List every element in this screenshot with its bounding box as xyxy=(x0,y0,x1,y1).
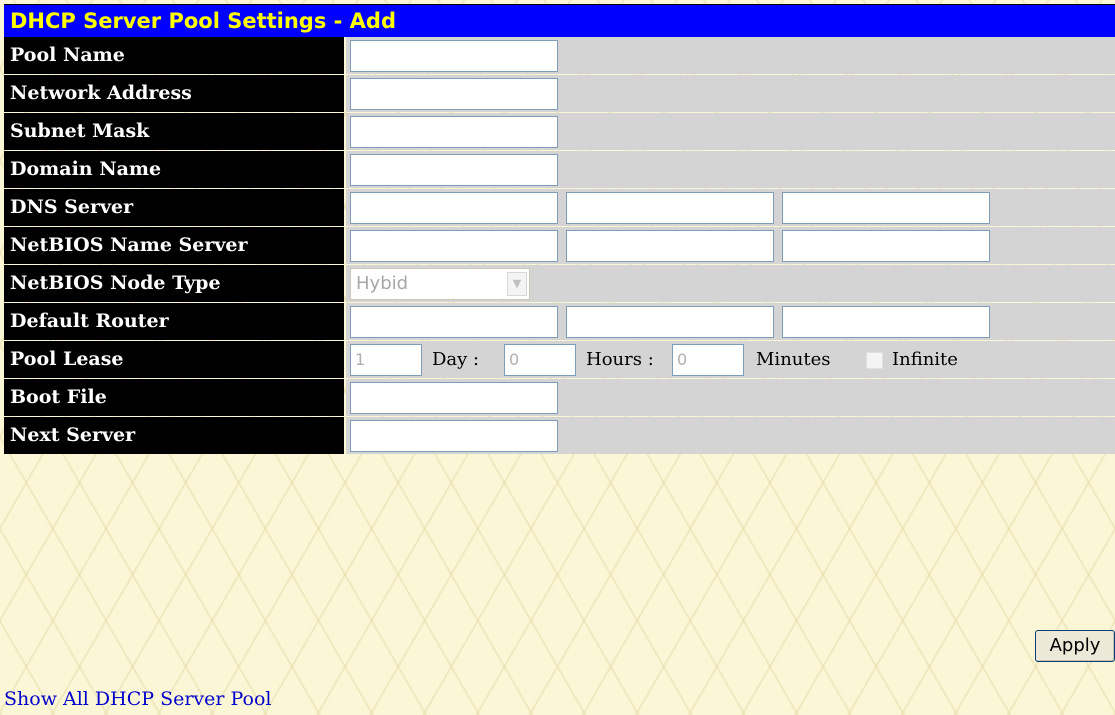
apply-button[interactable]: Apply xyxy=(1035,630,1115,662)
dns-server-input-2[interactable] xyxy=(566,192,774,224)
boot-file-label: Boot File xyxy=(4,379,344,416)
dns-server-input-1[interactable] xyxy=(350,192,558,224)
subnet-mask-label: Subnet Mask xyxy=(4,113,344,150)
domain-name-label: Domain Name xyxy=(4,151,344,188)
domain-name-input[interactable] xyxy=(350,154,558,186)
dns-server-label: DNS Server xyxy=(4,189,344,226)
next-server-label: Next Server xyxy=(4,417,344,454)
day-label: Day : xyxy=(432,349,480,370)
show-all-pools-link[interactable]: Show All DHCP Server Pool xyxy=(4,688,271,710)
netbios-node-type-label: NetBIOS Node Type xyxy=(4,265,344,302)
node-type-value: Hybid xyxy=(356,273,409,294)
row-default-router: Default Router xyxy=(4,303,1115,340)
netbios-name-server-input-1[interactable] xyxy=(350,230,558,262)
page-title: DHCP Server Pool Settings - Add xyxy=(4,4,1115,37)
default-router-input-1[interactable] xyxy=(350,306,558,338)
lease-day-input[interactable]: 1 xyxy=(350,344,422,376)
netbios-name-server-input-2[interactable] xyxy=(566,230,774,262)
netbios-name-server-label: NetBIOS Name Server xyxy=(4,227,344,264)
minutes-label: Minutes xyxy=(756,349,831,370)
hours-label: Hours : xyxy=(586,349,654,370)
default-router-label: Default Router xyxy=(4,303,344,340)
next-server-input[interactable] xyxy=(350,420,558,452)
row-boot-file: Boot File xyxy=(4,379,1115,416)
default-router-input-3[interactable] xyxy=(782,306,990,338)
dns-server-input-3[interactable] xyxy=(782,192,990,224)
netbios-node-type-select[interactable]: Hybid ▼ xyxy=(350,268,530,300)
row-domain-name: Domain Name xyxy=(4,151,1115,188)
row-pool-lease: Pool Lease 1 Day : 0 Hours : 0 Minutes I… xyxy=(4,341,1115,378)
boot-file-input[interactable] xyxy=(350,382,558,414)
network-address-input[interactable] xyxy=(350,78,558,110)
infinite-label: Infinite xyxy=(892,349,958,370)
row-network-address: Network Address xyxy=(4,75,1115,112)
pool-lease-label: Pool Lease xyxy=(4,341,344,378)
lease-hours-input[interactable]: 0 xyxy=(504,344,576,376)
row-subnet-mask: Subnet Mask xyxy=(4,113,1115,150)
row-dns-server: DNS Server xyxy=(4,189,1115,226)
row-netbios-node-type: NetBIOS Node Type Hybid ▼ xyxy=(4,265,1115,302)
network-address-label: Network Address xyxy=(4,75,344,112)
lease-minutes-input[interactable]: 0 xyxy=(672,344,744,376)
infinite-checkbox[interactable] xyxy=(866,352,883,369)
dhcp-pool-form: DHCP Server Pool Settings - Add Pool Nam… xyxy=(0,0,1115,715)
row-pool-name: Pool Name xyxy=(4,37,1115,74)
pool-name-input[interactable] xyxy=(350,40,558,72)
subnet-mask-input[interactable] xyxy=(350,116,558,148)
chevron-down-icon[interactable]: ▼ xyxy=(507,272,527,296)
row-netbios-name-server: NetBIOS Name Server xyxy=(4,227,1115,264)
row-next-server: Next Server xyxy=(4,417,1115,454)
pool-name-label: Pool Name xyxy=(4,37,344,74)
default-router-input-2[interactable] xyxy=(566,306,774,338)
netbios-name-server-input-3[interactable] xyxy=(782,230,990,262)
